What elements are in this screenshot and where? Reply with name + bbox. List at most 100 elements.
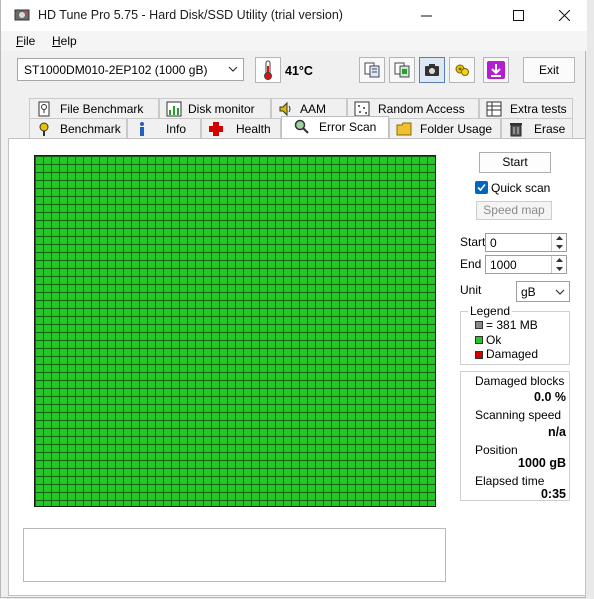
tab-label: Error Scan	[319, 120, 377, 134]
tab-label: Erase	[534, 122, 566, 136]
damaged-blocks-label: Damaged blocks	[475, 374, 565, 388]
copy-info-icon	[364, 62, 380, 78]
speaker-icon	[279, 101, 291, 117]
options-button[interactable]	[449, 57, 475, 83]
chevron-down-icon	[555, 289, 565, 295]
unit-label: Unit	[460, 283, 482, 297]
legend-swatch-damaged	[475, 351, 483, 359]
tab-random-access[interactable]: Random Access	[347, 98, 479, 118]
chevron-down-icon	[228, 66, 238, 72]
start-field-label: Start	[460, 235, 486, 249]
scanning-speed-value: n/a	[547, 425, 566, 439]
start-field-value: 0	[490, 236, 497, 250]
download-icon	[487, 61, 505, 79]
minimize-button[interactable]	[403, 0, 449, 31]
health-cross-icon	[209, 122, 223, 136]
tab-label: File Benchmark	[60, 102, 144, 116]
spin-up-icon	[555, 236, 563, 241]
position-label: Position	[475, 443, 518, 457]
close-icon	[558, 10, 570, 21]
drive-select-value: ST1000DM010-2EP102 (1000 gB)	[24, 63, 208, 77]
maximize-button[interactable]	[495, 0, 541, 31]
exit-button[interactable]: Exit	[523, 57, 575, 83]
camera-icon	[425, 64, 439, 76]
window-title: HD Tune Pro 5.75 - Hard Disk/SSD Utility…	[38, 8, 343, 22]
tab-label: Folder Usage	[420, 122, 493, 136]
temperature-indicator	[255, 57, 281, 83]
minimize-icon	[420, 15, 432, 17]
tab-label: Extra tests	[510, 102, 567, 116]
save-button[interactable]	[483, 57, 509, 83]
tab-aam[interactable]: AAM	[271, 98, 347, 118]
end-field[interactable]: 1000	[485, 255, 567, 274]
tab-folder-usage[interactable]: Folder Usage	[389, 118, 501, 138]
spin-up-button[interactable]	[552, 234, 566, 243]
thermometer-icon	[264, 60, 272, 80]
position-value: 1000 gB	[518, 456, 566, 470]
app-icon	[14, 9, 30, 21]
drive-select[interactable]: ST1000DM010-2EP102 (1000 gB)	[17, 58, 244, 81]
tab-error-scan[interactable]: Error Scan	[281, 116, 389, 138]
options-icon	[455, 64, 469, 76]
quick-scan-label[interactable]: Quick scan	[491, 181, 550, 195]
close-button[interactable]	[541, 0, 587, 31]
spin-down-icon	[555, 244, 563, 249]
scan-block-map	[34, 155, 436, 507]
tab-benchmark[interactable]: Benchmark	[29, 118, 127, 138]
copy-info-button[interactable]	[359, 57, 385, 83]
tab-extra-tests[interactable]: Extra tests	[479, 98, 573, 118]
tab-label: Random Access	[378, 102, 465, 116]
disk-monitor-icon	[166, 101, 182, 117]
damaged-blocks-value: 0.0 %	[534, 390, 566, 404]
tab-label: Health	[236, 122, 271, 136]
spin-down-button[interactable]	[552, 265, 566, 274]
menu-bar: File Help	[1, 31, 587, 51]
speed-map-button[interactable]: Speed map	[476, 201, 552, 220]
legend-block-size: = 381 MB	[486, 318, 538, 332]
trash-icon	[510, 123, 522, 137]
unit-select[interactable]: gB	[516, 281, 570, 302]
copy-text-icon	[394, 62, 410, 78]
start-scan-button[interactable]: Start	[479, 152, 551, 173]
unit-select-value: gB	[521, 285, 536, 299]
tab-health[interactable]: Health	[201, 118, 281, 138]
benchmark-icon	[39, 122, 49, 136]
legend-swatch-ok	[475, 336, 483, 344]
end-field-value: 1000	[490, 258, 517, 272]
screenshot-button[interactable]	[419, 57, 445, 83]
extra-tests-icon	[486, 101, 502, 117]
legend-ok: Ok	[486, 333, 502, 347]
spin-down-button[interactable]	[552, 243, 566, 252]
folder-icon	[396, 122, 412, 136]
checkmark-icon	[477, 183, 486, 192]
quick-scan-checkbox[interactable]	[475, 181, 488, 194]
tab-erase[interactable]: Erase	[501, 118, 573, 138]
magnifier-icon	[294, 119, 309, 134]
spin-up-icon	[555, 258, 563, 263]
title-bar[interactable]: HD Tune Pro 5.75 - Hard Disk/SSD Utility…	[1, 0, 587, 31]
spin-down-icon	[555, 266, 563, 271]
tab-label: Benchmark	[60, 122, 121, 136]
scan-log-box[interactable]	[23, 528, 446, 582]
start-field[interactable]: 0	[485, 233, 567, 252]
info-icon	[140, 122, 144, 136]
tab-info[interactable]: Info	[127, 118, 201, 138]
file-benchmark-icon	[38, 101, 50, 117]
temperature-value: 41°C	[285, 64, 313, 78]
tab-label: Info	[166, 122, 187, 136]
scanning-speed-label: Scanning speed	[475, 408, 562, 422]
maximize-icon	[512, 10, 524, 21]
menu-help[interactable]: Help	[52, 34, 77, 48]
tab-file-benchmark[interactable]: File Benchmark	[29, 98, 159, 118]
copy-text-button[interactable]	[389, 57, 415, 83]
spin-up-button[interactable]	[552, 256, 566, 265]
tab-disk-monitor[interactable]: Disk monitor	[159, 98, 271, 118]
legend-title: Legend	[468, 304, 513, 318]
random-access-icon	[354, 101, 370, 117]
legend-swatch-block	[475, 321, 483, 329]
elapsed-time-value: 0:35	[540, 487, 566, 501]
menu-file[interactable]: File	[16, 34, 35, 48]
legend-damaged: Damaged	[486, 347, 539, 361]
elapsed-time-label: Elapsed time	[475, 474, 545, 488]
tab-label: AAM	[300, 102, 327, 116]
